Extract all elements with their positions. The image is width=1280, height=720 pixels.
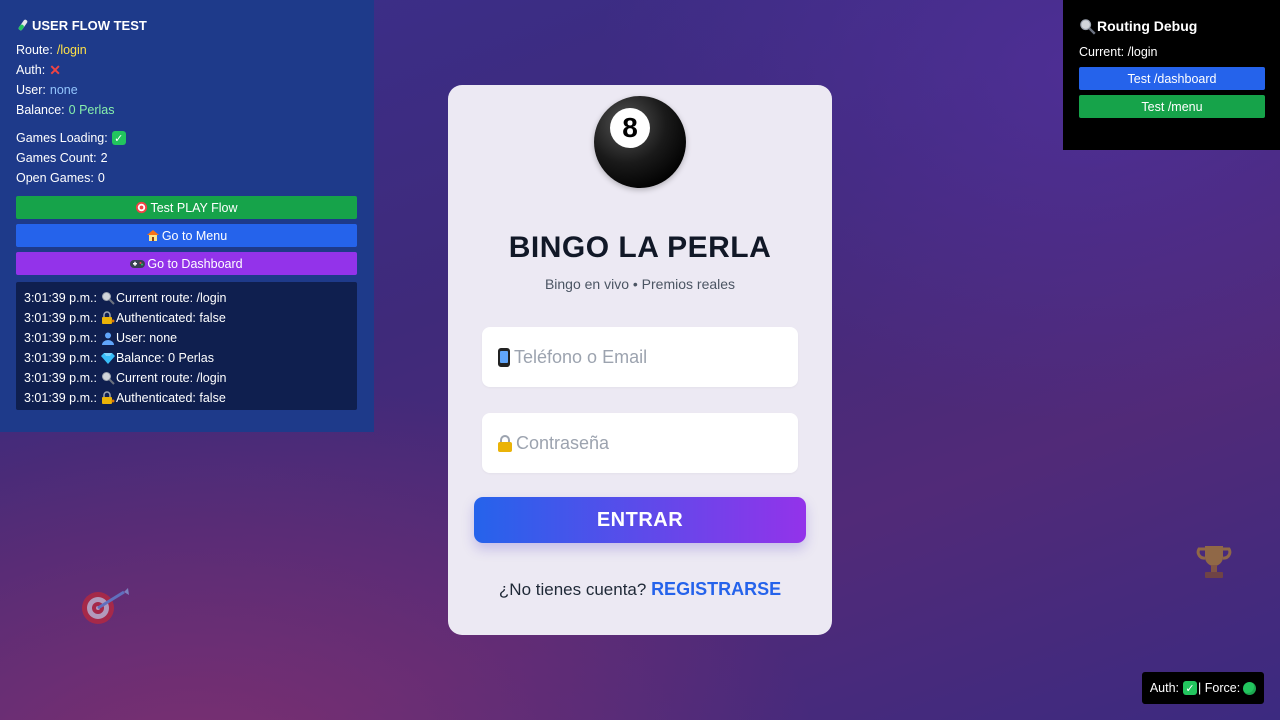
identifier-input[interactable] (514, 346, 774, 368)
auth-status-badge: Auth: ✓ | Force: (1142, 672, 1264, 704)
test-dashboard-button[interactable]: Test /dashboard (1079, 67, 1265, 90)
auth-line: Auth: ✕ (16, 60, 358, 80)
log-time: 3:01:39 p.m.: (24, 371, 97, 385)
games-loading-line: Games Loading: ✓ (16, 128, 358, 148)
eight-ball-icon: 8 (594, 96, 686, 188)
target-icon (136, 201, 148, 214)
force-label: | Force: (1198, 681, 1241, 695)
login-submit-button[interactable]: ENTRAR (474, 497, 806, 543)
user-flow-test-panel: USER FLOW TEST Route: /login Auth: ✕ Use… (0, 0, 374, 432)
log-entry: 3:01:39 p.m.: User: none (24, 328, 349, 348)
check-mark-icon: ✓ (1183, 681, 1198, 695)
green-dot-icon (1243, 681, 1257, 695)
game-controller-icon (130, 260, 146, 268)
eight-ball-number: 8 (610, 108, 650, 148)
route-line: Route: /login (16, 40, 358, 60)
log-text: Current route: /login (115, 371, 227, 385)
log-text: Authenticated: false (115, 311, 226, 325)
log-time: 3:01:39 p.m.: (24, 311, 97, 325)
magnifier-icon (1080, 18, 1096, 35)
user-label: User: (16, 83, 46, 97)
debug-log: 3:01:39 p.m.: Current route: /login 3:01… (16, 282, 357, 410)
register-prompt: ¿No tienes cuenta? (498, 580, 647, 599)
auth-badge-label: Auth: (1149, 681, 1180, 695)
test-menu-button[interactable]: Test /menu (1079, 95, 1265, 118)
test-tube-icon (18, 19, 28, 31)
user-icon (101, 332, 114, 345)
cross-mark-icon: ✕ (49, 61, 61, 78)
balance-label: Balance: (16, 103, 65, 117)
brand-subtitle: Bingo en vivo • Premios reales (544, 276, 736, 292)
trophy-icon (1196, 546, 1232, 578)
register-link[interactable]: REGISTRARSE (651, 579, 781, 599)
log-time: 3:01:39 p.m.: (24, 331, 97, 345)
routing-current-route: Current: /login (1079, 45, 1158, 59)
house-icon (146, 230, 159, 241)
identifier-field[interactable] (482, 327, 798, 387)
log-entry: 3:01:39 p.m.: Current route: /login (24, 288, 349, 308)
user-line: User: none (16, 80, 358, 100)
open-games-label: Open Games: (16, 171, 94, 185)
password-field[interactable] (482, 413, 798, 473)
route-label: Route: (16, 43, 53, 57)
balance-line: Balance: 0 Perlas (16, 100, 358, 120)
routing-debug-title: Routing Debug (1079, 14, 1264, 38)
lock-key-icon (101, 311, 115, 324)
log-time: 3:01:39 p.m.: (24, 391, 97, 405)
login-card: 8 BINGO LA PERLA Bingo en vivo • Premios… (448, 85, 832, 635)
mobile-phone-icon (498, 347, 510, 367)
log-entry: 3:01:39 p.m.: Authenticated: false (24, 388, 349, 408)
debug-title-text: USER FLOW TEST (32, 17, 147, 33)
balance-value: 0 Perlas (68, 103, 115, 117)
go-to-dashboard-label: Go to Dashboard (147, 256, 243, 271)
magnifier-icon (101, 372, 115, 385)
games-count-line: Games Count: 2 (16, 148, 358, 168)
log-time: 3:01:39 p.m.: (24, 291, 97, 305)
log-text: User: none (115, 331, 178, 345)
lock-key-icon (101, 391, 115, 404)
gem-icon (100, 353, 115, 364)
routing-title-text: Routing Debug (1097, 18, 1198, 34)
auth-label: Auth: (16, 63, 46, 77)
games-count-value: 2 (100, 151, 108, 165)
user-value: none (49, 83, 78, 97)
log-entry: 3:01:39 p.m.: Balance: 0 Perlas (24, 348, 349, 368)
go-to-dashboard-button[interactable]: Go to Dashboard (16, 252, 357, 275)
go-to-menu-label: Go to Menu (161, 228, 228, 243)
games-count-label: Games Count: (16, 151, 97, 165)
route-value: /login (56, 43, 87, 57)
log-text: Balance: 0 Perlas (115, 351, 214, 365)
open-games-value: 0 (97, 171, 105, 185)
test-play-flow-label: Test PLAY Flow (150, 200, 238, 215)
log-entry: 3:01:39 p.m.: Authenticated: false (24, 308, 349, 328)
dart-target-icon (82, 588, 129, 624)
lock-icon (498, 434, 512, 452)
log-text: Current route: /login (115, 291, 227, 305)
register-row: ¿No tienes cuenta? REGISTRARSE (448, 579, 832, 600)
magnifier-icon (101, 292, 115, 305)
check-mark-icon: ✓ (111, 131, 126, 145)
log-text: Authenticated: false (115, 391, 226, 405)
debug-panel-title: USER FLOW TEST (16, 16, 358, 34)
brand-title: BINGO LA PERLA (508, 231, 772, 264)
go-to-menu-button[interactable]: Go to Menu (16, 224, 357, 247)
log-entry: 3:01:39 p.m.: Current route: /login (24, 368, 349, 388)
password-input[interactable] (516, 432, 776, 454)
games-loading-label: Games Loading: (16, 131, 108, 145)
open-games-line: Open Games: 0 (16, 168, 358, 188)
test-play-flow-button[interactable]: Test PLAY Flow (16, 196, 357, 219)
routing-debug-panel: Routing Debug Current: /login Test /dash… (1063, 0, 1280, 150)
log-time: 3:01:39 p.m.: (24, 351, 97, 365)
